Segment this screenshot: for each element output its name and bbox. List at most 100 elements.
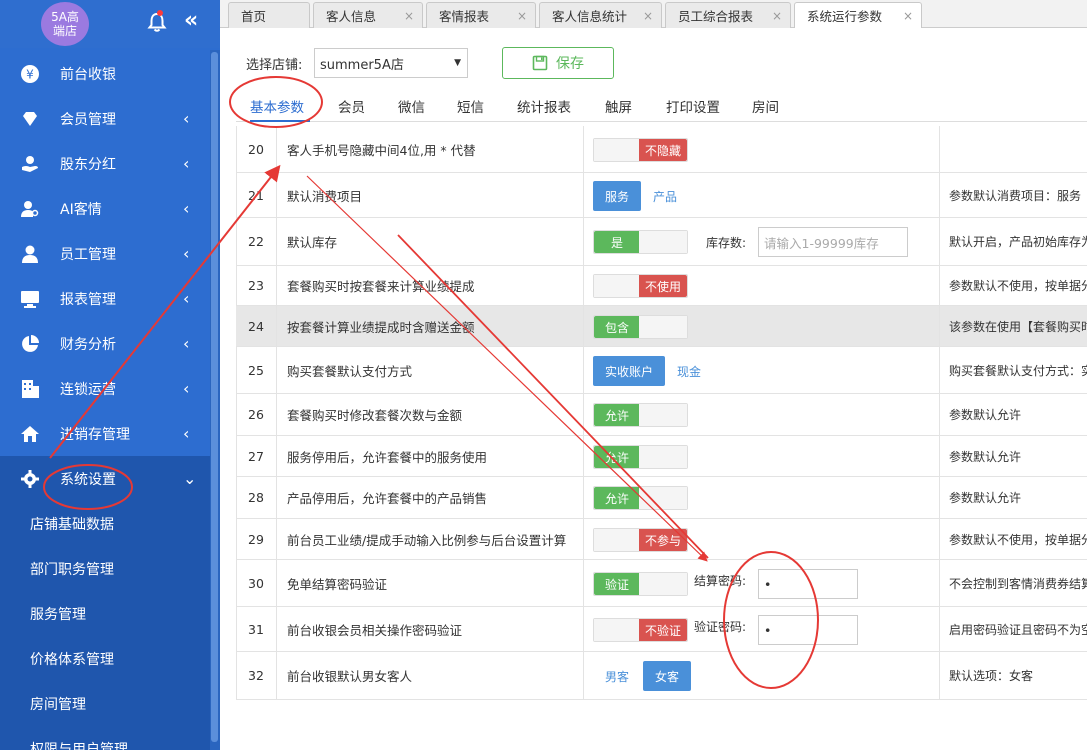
row-toggle[interactable]: 是 (593, 230, 688, 254)
chevron-left-icon: ‹ (183, 334, 190, 353)
option-button[interactable]: 男客 (593, 661, 641, 691)
toggle-knob (639, 573, 687, 595)
subtab-7[interactable]: 打印设置 (666, 96, 720, 116)
sidebar-subitem-1[interactable]: 店铺基础数据 (0, 501, 210, 546)
sidebar-item-label: 员工管理 (60, 246, 116, 263)
subtab-4[interactable]: 短信 (457, 96, 484, 116)
sidebar-subitem-label: 价格体系管理 (30, 651, 114, 668)
close-icon[interactable]: × (772, 9, 782, 23)
row-param-name: 套餐购买时修改套餐次数与金额 (277, 394, 584, 435)
row-toggle[interactable]: 不隐藏 (593, 138, 688, 162)
row-description: 参数默认消费项目：服务 (949, 188, 1082, 203)
sidebar-scrollbar-thumb[interactable] (211, 52, 218, 742)
tab-4[interactable]: 客人信息统计 × (539, 2, 662, 28)
row-number: 25 (236, 347, 277, 393)
tab-5[interactable]: 员工综合报表 × (665, 2, 791, 28)
row-description: 该参数在使用【套餐购买时 (949, 319, 1087, 334)
sidebar-item-2[interactable]: 会员管理 ‹ (0, 96, 210, 141)
row-control-cell: 不隐藏 (584, 126, 940, 172)
row-param-name: 前台收银默认男女客人 (277, 652, 584, 699)
sidebar-item-7[interactable]: 财务分析 ‹ (0, 321, 210, 366)
table-row: 22 默认库存是 库存数: 请输入1-99999库存 默认开启，产品初始库存为 (236, 218, 1087, 266)
subtab-1[interactable]: 基本参数 (250, 96, 304, 116)
sidebar-subitem-3[interactable]: 服务管理 (0, 591, 210, 636)
toggle-knob (594, 275, 640, 297)
subtab-2[interactable]: 会员 (338, 96, 365, 116)
chevron-left-icon: ‹ (183, 289, 190, 308)
sidebar-subitem-5[interactable]: 房间管理 (0, 681, 210, 726)
row-number: 23 (236, 266, 277, 305)
sidebar-subitem-6[interactable]: 权限与用户管理 (0, 726, 210, 750)
active-subtab-underline (250, 120, 310, 122)
row-toggle[interactable]: 允许 (593, 445, 688, 469)
sidebar-item-8[interactable]: 连锁运营 ‹ (0, 366, 210, 411)
user-search-icon (20, 199, 40, 219)
sidebar-item-1[interactable]: ¥ 前台收银 (0, 51, 210, 96)
sidebar-item-9[interactable]: 进销存管理 ‹ (0, 411, 210, 456)
tab-3[interactable]: 客情报表 × (426, 2, 536, 28)
close-icon[interactable]: × (903, 9, 913, 23)
sidebar-item-5[interactable]: 员工管理 ‹ (0, 231, 210, 276)
subtab-8[interactable]: 房间 (752, 96, 779, 116)
table-row: 31 前台收银会员相关操作密码验证 不验证 验证密码: • 启用密码验证且密码不为空 (236, 607, 1087, 652)
sidebar-subitem-2[interactable]: 部门职务管理 (0, 546, 210, 591)
row-control-cell: 不验证 验证密码: • (584, 607, 940, 651)
sidebar-item-4[interactable]: AI客情 ‹ (0, 186, 210, 231)
table-row: 20 客人手机号隐藏中间4位,用 * 代替 不隐藏 (236, 126, 1087, 173)
tab-2[interactable]: 客人信息 × (313, 2, 423, 28)
close-icon[interactable]: × (404, 9, 414, 23)
settings-subtabs: 基本参数 会员 微信 短信 统计报表 触屏 打印设置 房间 (236, 92, 1087, 122)
sidebar-item-10[interactable]: 系统设置 ⌄ (0, 456, 210, 501)
row-toggle[interactable]: 不验证 (593, 618, 688, 642)
option-selected-button[interactable]: 女客 (643, 661, 692, 691)
sidebar-subitem-label: 房间管理 (30, 696, 86, 713)
row-toggle[interactable]: 包含 (593, 315, 688, 339)
sidebar-item-3[interactable]: 股东分红 ‹ (0, 141, 210, 186)
floppy-icon (532, 55, 548, 71)
subtab-5[interactable]: 统计报表 (517, 96, 571, 116)
notification-dot (157, 10, 163, 16)
subtab-6[interactable]: 触屏 (605, 96, 632, 116)
row-extra-label: 结算密码: (694, 574, 747, 588)
option-button[interactable]: 产品 (641, 181, 689, 211)
row-param-name: 服务停用后，允许套餐中的服务使用 (277, 436, 584, 476)
collapse-sidebar-icon[interactable]: « (184, 10, 198, 32)
close-icon[interactable]: × (517, 9, 527, 23)
sidebar: 5A高端店 « ¥ 前台收银 会员管理 ‹ 股东分红 ‹ AI客情 ‹ 员工管理 ‹ 报表管理 ‹ 财务… (0, 0, 220, 750)
app-root: 5A高端店 « ¥ 前台收银 会员管理 ‹ 股东分红 ‹ AI客情 ‹ 员工管理 ‹ 报表管理 ‹ 财务… (0, 0, 1087, 750)
row-number: 30 (236, 560, 277, 606)
save-button[interactable]: 保存 (502, 47, 614, 79)
option-button[interactable]: 现金 (665, 356, 713, 386)
option-selected-button[interactable]: 实收账户 (593, 356, 666, 386)
stock-input[interactable]: 请输入1-99999库存 (758, 227, 908, 257)
row-toggle[interactable]: 允许 (593, 486, 688, 510)
password-input[interactable]: • (758, 569, 858, 599)
sidebar-subitem-4[interactable]: 价格体系管理 (0, 636, 210, 681)
password-input[interactable]: • (758, 615, 858, 645)
row-toggle[interactable]: 不使用 (593, 274, 688, 298)
tab-1[interactable]: 首页 (228, 2, 310, 28)
sidebar-item-label: 进销存管理 (60, 426, 130, 443)
toggle-knob (594, 529, 640, 551)
option-selected-button[interactable]: 服务 (593, 181, 642, 211)
store-logo[interactable]: 5A高端店 (41, 2, 89, 46)
diamond-icon (20, 109, 40, 129)
sidebar-subitem-label: 店铺基础数据 (30, 516, 114, 533)
toggle-knob (639, 231, 687, 253)
tab-6[interactable]: 系统运行参数 × (794, 2, 922, 28)
toggle-knob (639, 404, 687, 426)
row-toggle[interactable]: 允许 (593, 403, 688, 427)
house-icon (20, 424, 40, 444)
table-row: 26 套餐购买时修改套餐次数与金额 允许 参数默认允许 (236, 394, 1087, 436)
row-description: 参数默认允许 (949, 449, 1022, 464)
row-param-name: 按套餐计算业绩提成时含赠送金额 (277, 306, 584, 346)
row-control-cell: 男客 女客 (584, 652, 940, 699)
sidebar-item-6[interactable]: 报表管理 ‹ (0, 276, 210, 321)
row-toggle[interactable]: 验证 (593, 572, 688, 596)
row-toggle[interactable]: 不参与 (593, 528, 688, 552)
sidebar-item-label: 财务分析 (60, 336, 116, 353)
close-icon[interactable]: × (643, 9, 653, 23)
store-select[interactable]: summer5A店 ▼ (314, 48, 468, 78)
subtab-3[interactable]: 微信 (398, 96, 425, 116)
row-control-cell: 允许 (584, 394, 940, 435)
